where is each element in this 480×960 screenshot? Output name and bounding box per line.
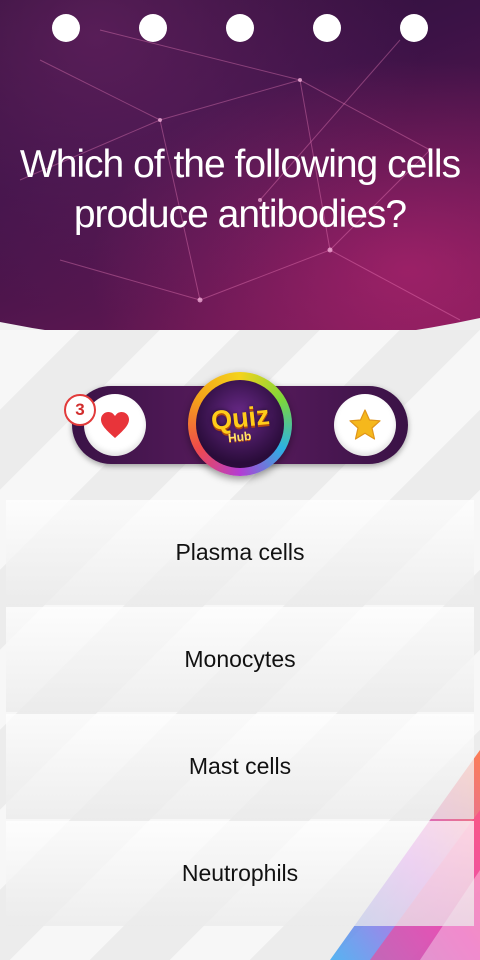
star-button[interactable] — [334, 394, 396, 456]
answer-option-1[interactable]: Plasma cells — [6, 500, 474, 605]
quiz-hub-logo: Quiz Hub — [188, 372, 292, 476]
answer-option-4[interactable]: Neutrophils — [6, 821, 474, 926]
question-text: Which of the following cells produce ant… — [0, 140, 480, 240]
logo-inner: Quiz Hub — [196, 380, 284, 468]
answer-option-3[interactable]: Mast cells — [6, 714, 474, 819]
heart-icon — [101, 412, 129, 438]
star-icon — [349, 409, 381, 440]
progress-dot — [313, 14, 341, 42]
progress-dot — [52, 14, 80, 42]
logo-subtext: Hub — [227, 428, 253, 446]
lives-count-badge: 3 — [64, 394, 96, 426]
question-header: Which of the following cells produce ant… — [0, 0, 480, 360]
progress-dot — [226, 14, 254, 42]
question-line-1: Which of the following cells — [19, 143, 461, 186]
status-bar: 3 Quiz Hub — [64, 372, 408, 482]
progress-dots — [52, 14, 428, 42]
answer-list: Plasma cells Monocytes Mast cells Neutro… — [6, 500, 474, 928]
progress-dot — [400, 14, 428, 42]
progress-dot — [139, 14, 167, 42]
answer-option-2[interactable]: Monocytes — [6, 607, 474, 712]
question-line-2: produce antibodies? — [73, 193, 407, 236]
